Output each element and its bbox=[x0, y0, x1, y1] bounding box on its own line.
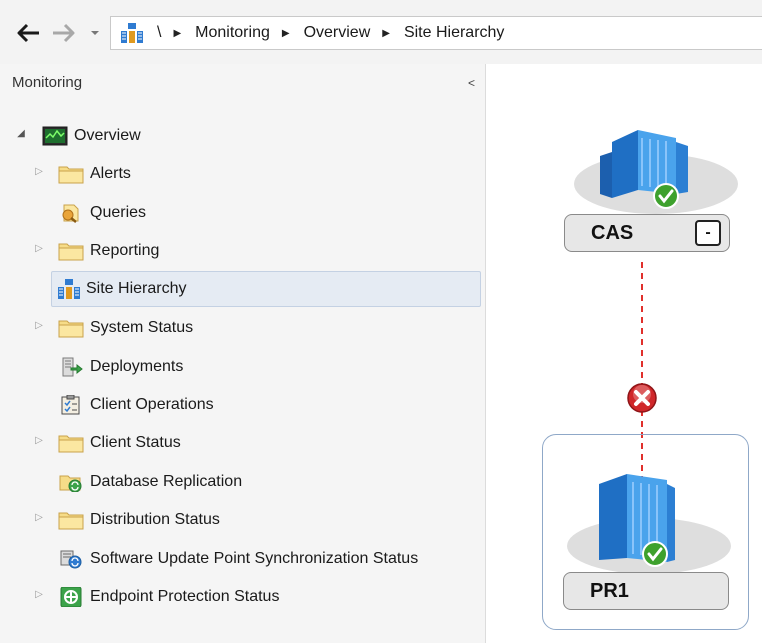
breadcrumb-site-hierarchy[interactable]: Site Hierarchy bbox=[404, 24, 504, 42]
breadcrumb-overview[interactable]: Overview bbox=[304, 24, 371, 42]
expand-arrow-icon[interactable]: ▷ bbox=[34, 512, 44, 523]
folder-icon bbox=[58, 512, 84, 530]
back-button[interactable] bbox=[12, 18, 46, 48]
tree-item-site-hierarchy[interactable]: Site Hierarchy bbox=[51, 271, 481, 307]
chevron-down-icon bbox=[91, 31, 99, 35]
pr1-server-node[interactable] bbox=[557, 464, 737, 574]
tree-item-endpoint-protection-status[interactable]: Endpoint Protection Status bbox=[58, 580, 279, 614]
cas-server-node[interactable] bbox=[564, 124, 744, 214]
breadcrumb[interactable]: \ ▶ Monitoring ▶ Overview ▶ Site Hierarc… bbox=[110, 16, 762, 50]
forward-button[interactable] bbox=[46, 18, 80, 48]
collapse-arrow-icon[interactable]: ◢ bbox=[16, 128, 26, 139]
arrow-left-icon bbox=[17, 23, 39, 43]
tree-item-deployments[interactable]: Deployments bbox=[58, 350, 183, 384]
tree-item-system-status[interactable]: System Status bbox=[58, 311, 193, 345]
history-dropdown-button[interactable] bbox=[84, 18, 106, 48]
breadcrumb-monitoring[interactable]: Monitoring bbox=[195, 24, 270, 42]
tree-item-label: Reporting bbox=[90, 242, 160, 259]
navigation-pane-title: Monitoring bbox=[12, 74, 83, 91]
site-hierarchy-diagram: CAS - PR1 bbox=[487, 64, 762, 643]
folder-icon bbox=[58, 435, 84, 453]
breadcrumb-separator-icon[interactable]: ▶ bbox=[282, 28, 290, 39]
breadcrumb-root[interactable]: \ bbox=[157, 24, 161, 42]
tree-item-client-status[interactable]: Client Status bbox=[58, 426, 181, 460]
tree-item-client-operations[interactable]: Client Operations bbox=[58, 388, 214, 422]
site-hierarchy-icon bbox=[121, 23, 143, 43]
expand-arrow-icon[interactable]: ▷ bbox=[34, 435, 44, 446]
navigation-pane: Monitoring < ◢ Overview ▷ Alerts Queries… bbox=[0, 64, 486, 643]
expand-arrow-icon[interactable]: ▷ bbox=[34, 320, 44, 331]
tree-item-distribution-status[interactable]: Distribution Status bbox=[58, 503, 220, 537]
server-icon bbox=[567, 474, 731, 574]
cas-site-label: CAS bbox=[591, 221, 634, 244]
pr1-site-label-box[interactable]: PR1 bbox=[563, 572, 729, 610]
folder-icon bbox=[58, 320, 84, 338]
query-icon bbox=[62, 204, 79, 223]
shield-icon bbox=[60, 587, 82, 607]
database-replication-icon bbox=[59, 475, 82, 492]
breadcrumb-separator-icon[interactable]: ▶ bbox=[173, 28, 181, 39]
monitor-icon bbox=[42, 126, 68, 146]
arrow-right-icon bbox=[53, 23, 75, 43]
site-hierarchy-icon bbox=[58, 279, 80, 299]
deployment-icon bbox=[62, 357, 83, 377]
tree-item-label: Overview bbox=[74, 127, 141, 144]
tree-item-software-update-point-sync-status[interactable]: Software Update Point Synchronization St… bbox=[58, 542, 418, 576]
expand-arrow-icon[interactable]: ▷ bbox=[34, 243, 44, 254]
sync-status-icon bbox=[60, 550, 82, 569]
address-bar: \ ▶ Monitoring ▶ Overview ▶ Site Hierarc… bbox=[0, 0, 762, 64]
collapse-node-button[interactable]: - bbox=[695, 220, 721, 246]
cas-site-label-box[interactable]: CAS - bbox=[564, 214, 730, 252]
folder-icon bbox=[58, 243, 84, 261]
expand-arrow-icon[interactable]: ▷ bbox=[34, 589, 44, 600]
tree-item-label: System Status bbox=[90, 319, 194, 336]
breadcrumb-separator-icon[interactable]: ▶ bbox=[382, 28, 390, 39]
tree-item-label: Site Hierarchy bbox=[86, 280, 187, 297]
pr1-site-label: PR1 bbox=[590, 579, 629, 602]
link-error-icon[interactable] bbox=[626, 382, 658, 414]
folder-icon bbox=[58, 166, 84, 184]
tree-item-label: Alerts bbox=[90, 165, 131, 182]
tree-item-database-replication[interactable]: Database Replication bbox=[58, 465, 242, 499]
tree-item-label: Client Operations bbox=[90, 396, 214, 413]
collapse-pane-button[interactable]: < bbox=[468, 76, 475, 90]
tree-item-label: Client Status bbox=[90, 434, 181, 451]
server-icon bbox=[574, 130, 738, 214]
tree-item-label: Queries bbox=[90, 204, 147, 221]
tree-item-label: Distribution Status bbox=[90, 511, 220, 528]
tree-item-alerts[interactable]: Alerts bbox=[58, 157, 131, 191]
tree-item-label: Deployments bbox=[90, 358, 184, 375]
clipboard-icon bbox=[61, 395, 80, 415]
expand-arrow-icon[interactable]: ▷ bbox=[34, 166, 44, 177]
tree-item-reporting[interactable]: Reporting bbox=[58, 234, 159, 268]
tree-item-queries[interactable]: Queries bbox=[58, 196, 146, 230]
tree-item-label: Database Replication bbox=[90, 473, 243, 490]
tree-item-label: Software Update Point Synchronization St… bbox=[90, 550, 419, 567]
tree-item-overview[interactable]: Overview bbox=[42, 119, 141, 153]
tree-item-label: Endpoint Protection Status bbox=[90, 588, 280, 605]
